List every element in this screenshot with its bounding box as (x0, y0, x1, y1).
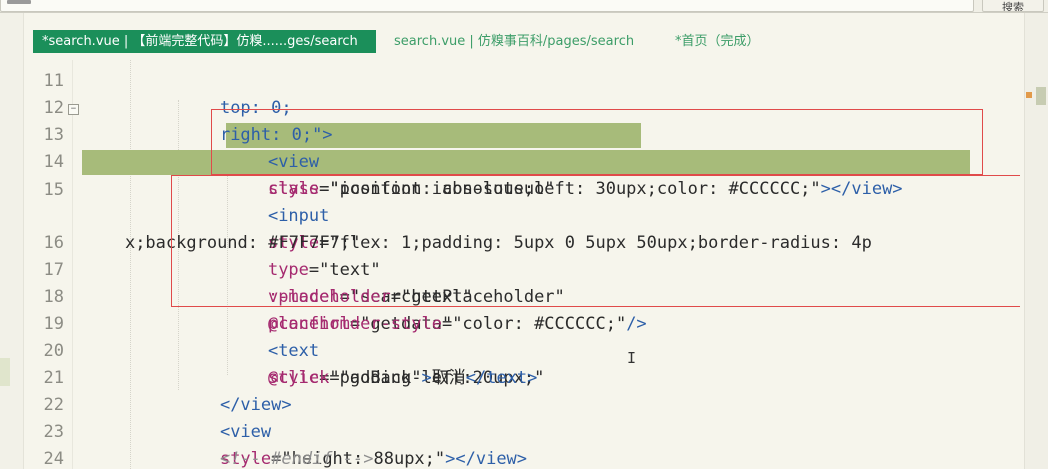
code-line-22: <view style="height: 88upx;"></view> (179, 392, 527, 469)
line-number: 23 (43, 422, 64, 442)
right-scroll-panel[interactable] (1024, 13, 1048, 469)
tag-token: </text> (465, 368, 538, 388)
left-side-panel (0, 13, 24, 469)
input-text-fragment (7, 0, 31, 4)
line-number: 17 (43, 260, 64, 280)
annotation-box-input (171, 175, 1020, 307)
line-number: 18 (43, 287, 64, 307)
code-editor[interactable]: 11 12 − 13 14 15 16 17 18 19 20 21 22 23… (24, 60, 1020, 469)
tab-search-vue[interactable]: search.vue | 仿糗事百科/pages/search (394, 30, 634, 53)
line-number: 14 (43, 152, 64, 172)
line-number: 13 (43, 125, 64, 145)
search-button[interactable]: 搜索 (982, 0, 1044, 12)
tag-token: ></view> (445, 449, 528, 469)
string-token: ="goBack" (329, 368, 422, 388)
gutter-divider (72, 60, 73, 469)
line-number: 15 (43, 180, 64, 200)
command-input[interactable] (0, 0, 974, 12)
indent-guide (130, 60, 131, 469)
editor-tab-bar: *search.vue | 【前端完整代码】仿糗......ges/search… (24, 27, 1024, 55)
fold-toggle-icon[interactable]: − (68, 104, 79, 115)
panel-marker (0, 358, 10, 386)
annotation-box-view (211, 109, 983, 175)
line-number: 24 (43, 449, 64, 469)
tag-token: > (421, 368, 432, 388)
tab-home-page[interactable]: *首页（完成） (675, 30, 760, 53)
scroll-marker (1026, 92, 1032, 98)
line-number: 22 (43, 395, 64, 415)
code-line-23: <!-- #endif --> (179, 419, 374, 469)
tag-token: /> (626, 314, 647, 334)
line-number: 19 (43, 314, 64, 334)
line-number: 21 (43, 368, 64, 388)
line-number: 20 (43, 341, 64, 361)
code-line-19: <text style="padding-left:20upx;" (227, 311, 544, 388)
line-number: 11 (43, 71, 64, 91)
text-cursor-icon: I (627, 349, 637, 367)
code-line-20: @click="goBack">取消</text> (227, 338, 537, 388)
line-number: 16 (43, 233, 64, 253)
scrollbar-thumb[interactable] (1036, 87, 1046, 105)
line-number: 12 (43, 98, 64, 118)
code-line-11: top: 0; (179, 68, 292, 118)
text-content-token: 取消 (431, 368, 466, 388)
code-line-21: </view> (179, 365, 292, 415)
top-toolbar: 搜索 (0, 0, 1048, 13)
tab-search-vue-active[interactable]: *search.vue | 【前端完整代码】仿糗......ges/search (33, 30, 376, 53)
comment-token: <!-- #endif --> (219, 449, 374, 469)
